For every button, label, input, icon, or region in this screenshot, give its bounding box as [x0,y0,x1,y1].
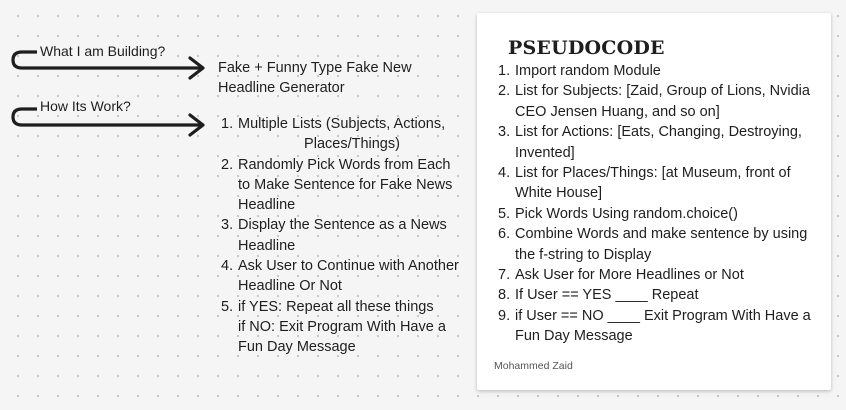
how-it-works-list: 1. Multiple Lists (Subjects, Actions, Pl… [221,114,466,358]
building-description: Fake + Funny Type Fake New Headline Gene… [218,60,412,97]
step-text: Ask User to Continue with Another Headli… [238,258,459,295]
step-number: 5. [498,205,511,222]
step-number: 1. [498,63,511,79]
how-step: 5. if YES: Repeat all these things if NO… [221,297,466,358]
step-text: List for Subjects: [Zaid, Group of Lions… [515,83,810,120]
step-number: 9. [498,307,511,324]
step-text: List for Places/Things: [at Museum, fron… [515,165,791,202]
pseudocode-title: PSEUDOCODE [508,37,665,59]
step-text: Ask User for More Headlines or Not [515,267,744,284]
step-number: 2. [498,83,511,100]
step-text: Combine Words and make sentence by using… [515,226,808,263]
step-number: 8. [498,287,511,304]
step-text: Randomly Pick Words from Each to Make Se… [238,156,453,214]
step-number: 1. [221,116,234,132]
pseudocode-step: 1. Import random Module [498,61,816,81]
pseudocode-step: 3. List for Actions: [Eats, Changing, Des… [498,122,816,163]
step-number: 7. [498,267,511,284]
what-building-label: What I am Building? [37,43,169,59]
step-subtext: Places/Things) [304,136,400,153]
how-step: 3. Display the Sentence as a News Headli… [221,215,466,256]
step-text: if YES: Repeat all these things [238,298,434,315]
pseudocode-step: 8. If User == YES ____ Repeat [498,285,816,305]
pseudocode-step: 2. List for Subjects: [Zaid, Group of Lio… [498,81,816,122]
step-text: If User == YES ____ Repeat [515,287,699,304]
pseudocode-card[interactable]: PSEUDOCODE 1. Import random Module 2. List… [477,13,831,390]
step-text: Display the Sentence as a News Headline [238,217,447,254]
how-step: 4. Ask User to Continue with Another Hea… [221,256,466,297]
how-step: 2. Randomly Pick Words from Each to Make… [221,155,466,216]
step-text: if User == NO ____ Exit Program With Hav… [515,307,811,345]
step-number: 4. [498,165,511,182]
step-number: 6. [498,226,511,243]
step-number: 2. [221,156,234,173]
pseudocode-step: 9. if User == NO ____ Exit Program With H… [498,306,816,347]
pseudocode-step: 5. Pick Words Using random.choice() [498,204,816,224]
step-text: Pick Words Using random.choice() [515,205,738,222]
pseudocode-list: 1. Import random Module 2. List for Subjec… [498,61,816,347]
step-text: Multiple Lists (Subjects, Actions, [238,116,446,132]
step-number: 5. [221,298,234,315]
pseudocode-step: 6. Combine Words and make sentence by usi… [498,224,816,265]
pseudocode-step: 4. List for Places/Things: [at Museum, fr… [498,163,816,204]
step-subtext: if NO: Exit Program With Have a Fun Day … [238,318,446,356]
step-number: 3. [221,217,234,234]
author-name: Mohammed Zaid [494,360,573,372]
step-number: 4. [221,258,234,275]
step-text: Import random Module [515,63,661,79]
step-text: List for Actions: [Eats, Changing, Destr… [515,124,802,161]
pseudocode-step: 7. Ask User for More Headlines or Not [498,265,816,285]
how-work-label: How Its Work? [37,98,134,114]
how-step: 1. Multiple Lists (Subjects, Actions, Pl… [221,114,466,155]
step-number: 3. [498,124,511,141]
